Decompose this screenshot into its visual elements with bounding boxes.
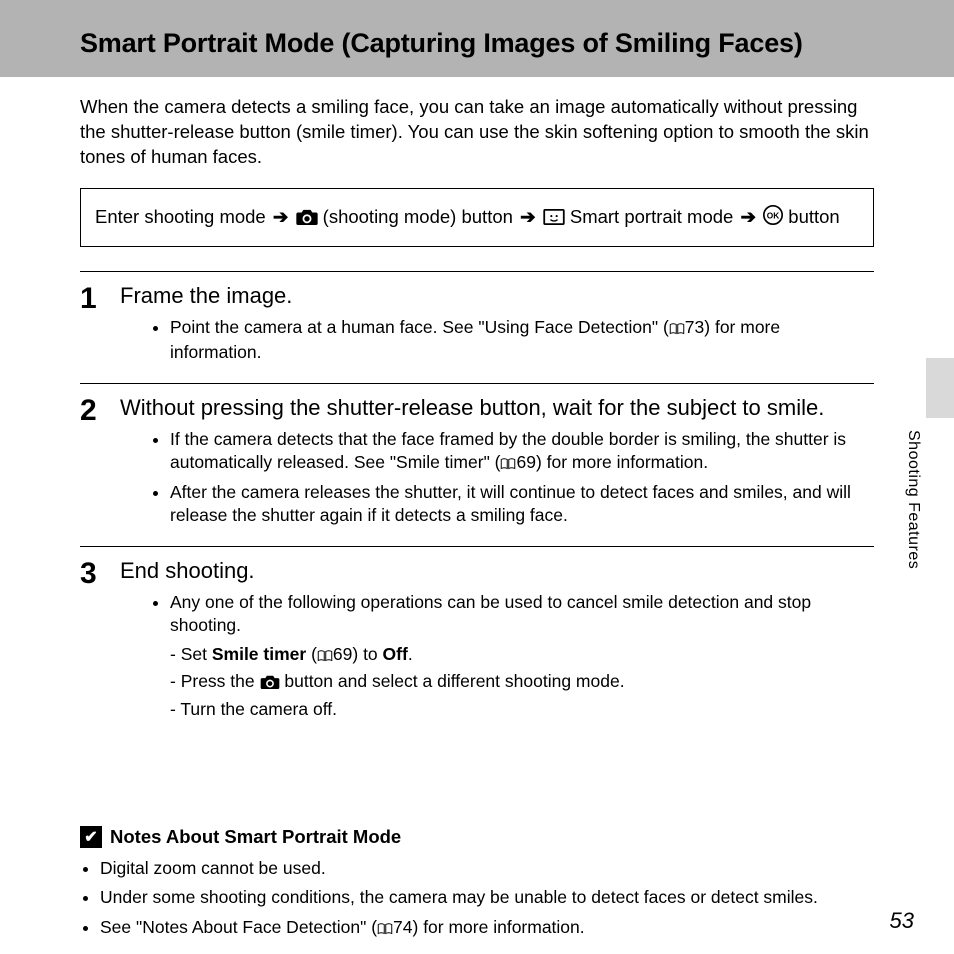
book-icon (317, 644, 333, 669)
intro-paragraph: When the camera detects a smiling face, … (80, 95, 874, 170)
nav-text: button (783, 206, 840, 227)
step-3: 3 End shooting. Any one of the following… (80, 546, 874, 736)
steps-list: 1 Frame the image. Point the camera at a… (80, 271, 874, 736)
nav-text: Enter shooting mode (95, 206, 271, 227)
book-icon (500, 453, 516, 477)
note-item: Digital zoom cannot be used. (100, 856, 874, 881)
step-bullet: Point the camera at a human face. See "U… (170, 316, 874, 365)
note-item: See "Notes About Face Detection" (74) fo… (100, 915, 874, 942)
step-title: End shooting. (120, 557, 874, 585)
dash-item: Press the button and select a different … (170, 669, 874, 696)
step-1: 1 Frame the image. Point the camera at a… (80, 271, 874, 383)
notes-title: Notes About Smart Portrait Mode (110, 826, 401, 848)
face-frame-icon (543, 203, 565, 234)
step-title: Without pressing the shutter-release but… (120, 394, 874, 422)
step-title: Frame the image. (120, 282, 874, 310)
step-number: 3 (80, 557, 120, 589)
step-bullet: Any one of the following operations can … (170, 591, 874, 638)
arrow-icon: ➔ (738, 206, 758, 227)
nav-text: (shooting mode) button (318, 206, 519, 227)
navigation-path-box: Enter shooting mode ➔ (shooting mode) bu… (80, 188, 874, 247)
notes-heading: ✔ Notes About Smart Portrait Mode (80, 826, 874, 848)
camera-icon (296, 203, 318, 234)
dash-item: Turn the camera off. (170, 697, 874, 722)
dash-item: Set Smile timer (69) to Off. (170, 642, 874, 669)
note-item: Under some shooting conditions, the came… (100, 885, 874, 910)
page-header: Smart Portrait Mode (Capturing Images of… (0, 0, 954, 77)
step-2: 2 Without pressing the shutter-release b… (80, 383, 874, 546)
page-number: 53 (890, 908, 914, 934)
step-bullet: If the camera detects that the face fram… (170, 428, 874, 477)
ok-icon (763, 203, 783, 234)
step-bullet: After the camera releases the shutter, i… (170, 481, 874, 528)
camera-icon (260, 671, 280, 696)
page-title: Smart Portrait Mode (Capturing Images of… (80, 28, 954, 59)
section-label: Shooting Features (904, 430, 922, 569)
step-number: 2 (80, 394, 120, 426)
book-icon (669, 318, 685, 342)
arrow-icon: ➔ (518, 206, 538, 227)
notes-section: ✔ Notes About Smart Portrait Mode Digita… (80, 826, 874, 942)
nav-text: Smart portrait mode (565, 206, 739, 227)
arrow-icon: ➔ (271, 206, 291, 227)
check-icon: ✔ (80, 826, 102, 848)
step-number: 1 (80, 282, 120, 314)
page-content: When the camera detects a smiling face, … (0, 77, 954, 942)
side-tab (926, 358, 954, 418)
book-icon (377, 917, 393, 942)
